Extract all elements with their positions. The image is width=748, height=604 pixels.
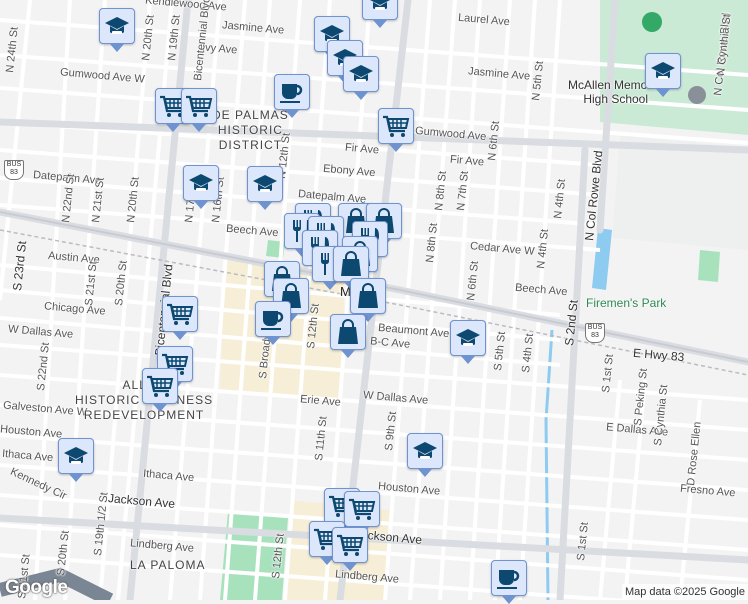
grocery-icon (185, 92, 213, 120)
shield-text: 83 (10, 169, 18, 176)
district-line: HISTORIC (217, 123, 283, 137)
district-line: DE PALMAS (212, 108, 289, 122)
school-icon (103, 12, 131, 40)
shield-text: BUS (587, 324, 603, 331)
school-icon (187, 169, 215, 197)
grocery-marker[interactable] (142, 368, 178, 412)
school-marker[interactable] (645, 53, 681, 97)
map-attribution[interactable]: Map data ©2025 Google (621, 584, 748, 600)
coffee-marker[interactable] (491, 560, 527, 604)
school-marker[interactable] (450, 320, 486, 364)
grocery-marker[interactable] (181, 88, 217, 132)
school-marker[interactable] (343, 56, 379, 100)
shield-text: 83 (591, 332, 599, 339)
coffee-icon (495, 564, 523, 592)
poi-firemens-park[interactable]: Firemen's Park (586, 296, 666, 310)
shopping-marker[interactable] (350, 278, 386, 322)
school-icon (251, 170, 279, 198)
school-icon (411, 437, 439, 465)
google-logo[interactable]: Google (5, 577, 68, 599)
shopping-marker[interactable] (333, 246, 369, 290)
school-marker[interactable] (183, 165, 219, 209)
grocery-marker[interactable] (344, 491, 380, 535)
school-icon (649, 57, 677, 85)
district-line: REDEVELOPMENT (83, 408, 205, 422)
district-label-la-paloma: LA PALOMA (130, 558, 206, 572)
grocery-marker[interactable] (378, 108, 414, 152)
grocery-marker[interactable] (332, 527, 368, 571)
grocery-icon (348, 495, 376, 523)
bus-83-shield: BUS 83 (585, 323, 605, 343)
coffee-icon (259, 305, 287, 333)
shopping-bag-icon (354, 282, 382, 310)
grocery-icon (146, 372, 174, 400)
shield-text: BUS (6, 161, 22, 168)
school-marker[interactable] (247, 166, 283, 210)
school-marker[interactable] (407, 433, 443, 477)
school-icon (366, 0, 394, 16)
shopping-bag-icon (334, 318, 362, 346)
district-label-de-palmas: DE PALMAS HISTORIC DISTRICT (212, 108, 289, 153)
school-marker[interactable] (362, 0, 398, 28)
shopping-bag-icon (337, 250, 365, 278)
poi-line: High School (583, 92, 649, 106)
grocery-icon (166, 300, 194, 328)
bus-83-shield: BUS 83 (4, 160, 24, 180)
coffee-marker[interactable] (274, 74, 310, 118)
school-icon (62, 442, 90, 470)
grocery-icon (382, 112, 410, 140)
school-icon (347, 60, 375, 88)
district-line: DISTRICT (218, 138, 283, 152)
park-pin-icon[interactable] (642, 12, 662, 32)
school-pin-icon[interactable] (688, 86, 706, 104)
grocery-marker[interactable] (162, 296, 198, 340)
school-marker[interactable] (58, 438, 94, 482)
school-icon (454, 324, 482, 352)
coffee-marker[interactable] (255, 301, 291, 345)
shopping-marker[interactable] (330, 314, 366, 358)
coffee-icon (278, 78, 306, 106)
grocery-icon (336, 531, 364, 559)
school-marker[interactable] (99, 8, 135, 52)
